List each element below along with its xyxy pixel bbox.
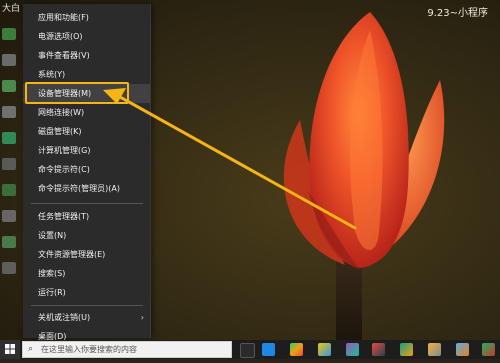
task-view-icon[interactable]	[240, 343, 255, 358]
search-icon: ⌕	[28, 344, 34, 354]
app-icon[interactable]	[290, 343, 303, 356]
app-icon[interactable]	[346, 343, 359, 356]
annotation-arrow	[103, 88, 357, 230]
app-icon[interactable]	[456, 343, 469, 356]
start-button[interactable]	[0, 340, 20, 359]
app-icon[interactable]	[318, 343, 331, 356]
windows-logo-icon	[5, 344, 15, 354]
app-icon[interactable]	[400, 343, 413, 356]
app-icon[interactable]	[372, 343, 385, 356]
taskbar-search-input[interactable]: ⌕ 在这里输入你要搜索的内容	[22, 341, 232, 358]
app-icon[interactable]	[428, 343, 441, 356]
search-placeholder: 在这里输入你要搜索的内容	[41, 345, 137, 354]
taskbar: ⌕ 在这里输入你要搜索的内容	[0, 340, 500, 359]
app-icon[interactable]	[482, 343, 495, 356]
edge-icon[interactable]	[262, 343, 275, 356]
